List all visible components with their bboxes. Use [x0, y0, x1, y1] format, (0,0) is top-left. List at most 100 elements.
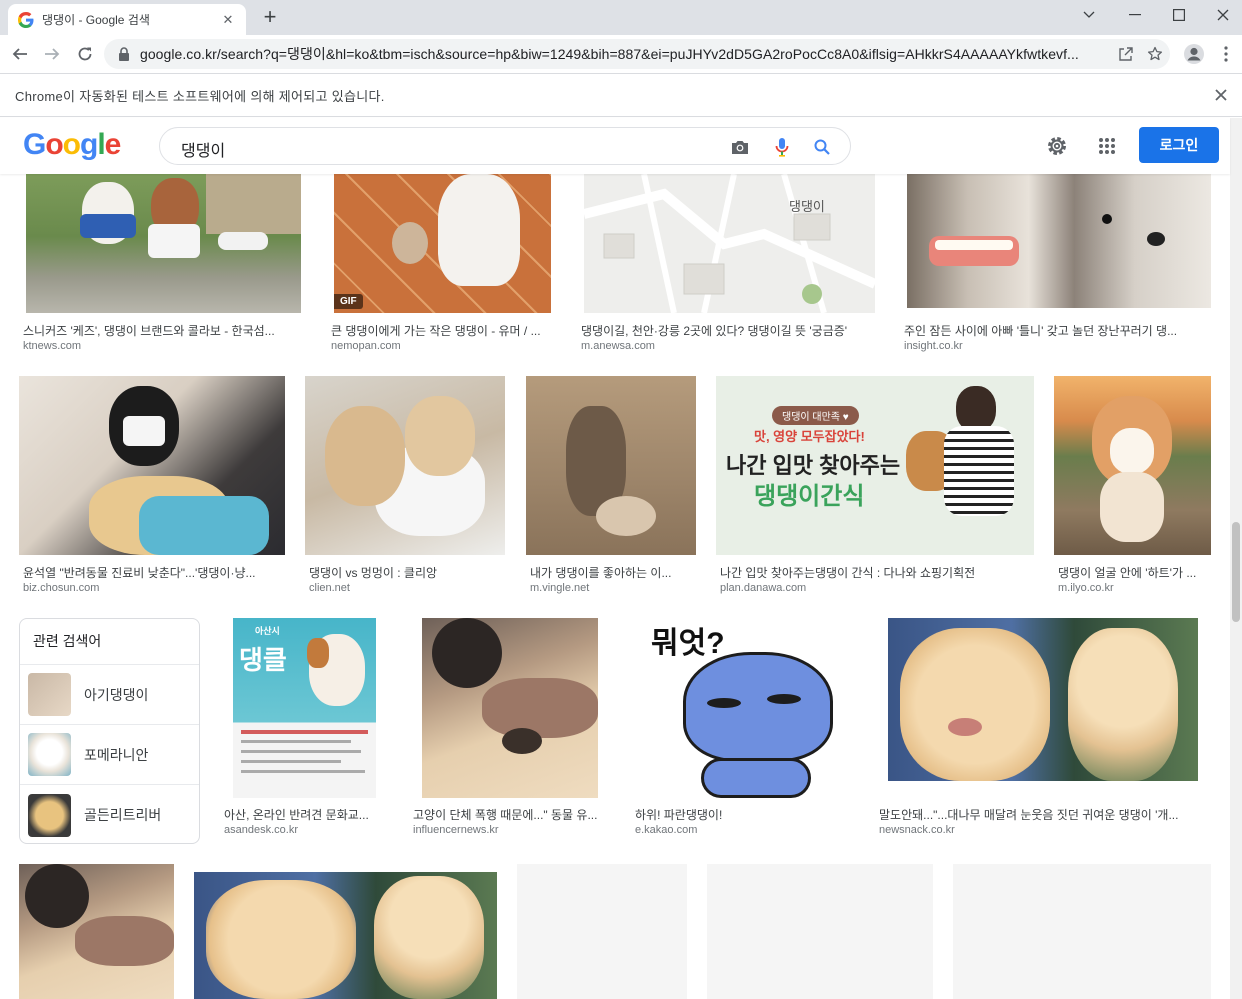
ad-product: 댕댕이간식: [754, 483, 865, 510]
result-thumbnail[interactable]: [888, 618, 1198, 781]
tab-close-icon[interactable]: ✕: [220, 12, 236, 28]
image-result[interactable]: 고양이 단체 폭행 때문에..." 동물 유... influencernews…: [409, 618, 610, 840]
image-result[interactable]: 댕댕이 댕댕이길, 천안·강릉 2곳에 있다? 댕댕이길 뜻 '궁금증' m.a…: [577, 174, 877, 354]
result-caption: 하위! 파란댕댕이!: [635, 808, 723, 822]
result-source: clien.net: [309, 582, 350, 594]
result-thumbnail[interactable]: [194, 872, 497, 999]
related-thumbnail: [28, 733, 71, 776]
share-icon[interactable]: [1110, 39, 1140, 69]
image-result[interactable]: 스니커즈 '케즈', 댕댕이 브랜드와 콜라보 - 한국섬... ktnews.…: [19, 174, 301, 354]
image-result[interactable]: 댕댕이 얼굴 안에 '하트'가 ... m.ilyo.co.kr: [1054, 376, 1211, 596]
image-result[interactable]: 주인 잠든 사이에 아빠 '틀니' 갖고 놀던 장난꾸러기 댕... insig…: [900, 174, 1211, 354]
related-search-item[interactable]: 골든리트리버: [20, 785, 199, 845]
gif-badge: GIF: [334, 294, 363, 309]
automation-infobar: Chrome이 자동화된 테스트 소프트웨어에 의해 제어되고 있습니다.: [0, 73, 1242, 117]
forward-arrow-icon[interactable]: [38, 40, 66, 68]
result-source: plan.danawa.com: [720, 582, 807, 594]
result-source: influencernews.kr: [413, 824, 499, 836]
maximize-icon[interactable]: [1156, 0, 1202, 30]
result-source: e.kakao.com: [635, 824, 698, 836]
result-source: insight.co.kr: [904, 340, 963, 352]
result-source: m.anewsa.com: [581, 340, 655, 352]
result-thumbnail[interactable]: 댕댕이 대만족 ♥ 맛, 영양 모두잡았다! 나간 입맛 찾아주는 댕댕이간식: [716, 376, 1034, 555]
camera-icon[interactable]: [728, 135, 752, 159]
bookmark-star-icon[interactable]: [1140, 39, 1170, 69]
page-scrollbar[interactable]: [1230, 118, 1242, 999]
google-favicon-icon: [18, 11, 34, 28]
related-search-item[interactable]: 아기댕댕이: [20, 665, 199, 725]
minimize-icon[interactable]: [1112, 0, 1158, 30]
image-result[interactable]: 내가 댕댕이를 좋아하는 이... m.vingle.net: [526, 376, 696, 596]
microphone-icon[interactable]: [770, 135, 794, 159]
chrome-menu-icon[interactable]: [1212, 40, 1240, 68]
tab-search-chevron-icon[interactable]: [1066, 0, 1112, 30]
window-close-icon[interactable]: [1200, 0, 1242, 30]
tab-title: 댕댕이 - Google 검색: [42, 13, 150, 27]
result-thumbnail[interactable]: [19, 864, 174, 999]
result-source: m.vingle.net: [530, 582, 590, 594]
back-arrow-icon[interactable]: [6, 40, 34, 68]
result-caption: 내가 댕댕이를 좋아하는 이...: [530, 566, 672, 580]
result-caption: 주인 잠든 사이에 아빠 '틀니' 갖고 놀던 장난꾸러기 댕...: [904, 324, 1178, 338]
image-result[interactable]: [19, 864, 174, 999]
result-source: m.ilyo.co.kr: [1058, 582, 1114, 594]
result-thumbnail[interactable]: [1054, 376, 1211, 555]
related-search-label: 포메라니안: [84, 746, 149, 763]
result-thumbnail[interactable]: [26, 174, 301, 313]
address-bar[interactable]: google.co.kr/search?q=댕댕이&hl=ko&tbm=isch…: [104, 39, 1170, 69]
image-result[interactable]: [194, 872, 497, 999]
result-caption: 아산, 온라인 반려견 문화교...: [224, 808, 369, 822]
result-caption: 댕댕이길, 천안·강릉 2곳에 있다? 댕댕이길 뜻 '궁금증': [581, 324, 848, 338]
google-logo[interactable]: Google: [23, 128, 121, 162]
poster-title: 댕클: [239, 645, 287, 675]
apps-grid-icon[interactable]: [1094, 133, 1120, 159]
search-icon[interactable]: [810, 135, 834, 159]
image-placeholder: [707, 864, 933, 999]
result-source: biz.chosun.com: [23, 582, 100, 594]
result-thumbnail[interactable]: 댕댕이: [584, 174, 875, 313]
login-button[interactable]: 로그인: [1139, 127, 1219, 163]
profile-avatar-icon[interactable]: [1180, 40, 1208, 68]
result-thumbnail[interactable]: 아산시 댕클: [233, 618, 376, 798]
url-text: google.co.kr/search?q=댕댕이&hl=ko&tbm=isch…: [140, 46, 1079, 62]
browser-tab[interactable]: 댕댕이 - Google 검색 ✕: [8, 4, 246, 35]
new-tab-button[interactable]: +: [256, 4, 284, 32]
related-search-item[interactable]: 포메라니안: [20, 725, 199, 785]
image-result[interactable]: GIF 큰 댕댕이에게 가는 작은 댕댕이 - 유머 / ... nemopan…: [327, 174, 553, 354]
result-caption: 고양이 단체 폭행 때문에..." 동물 유...: [413, 808, 598, 822]
result-source: newsnack.co.kr: [879, 824, 955, 836]
result-caption: 나간 입맛 찾아주는댕댕이 간식 : 다나와 쇼핑기획전: [720, 566, 976, 580]
result-source: nemopan.com: [331, 340, 401, 352]
related-searches-panel: 관련 검색어 아기댕댕이 포메라니안 골든리트리버: [19, 618, 200, 844]
image-result[interactable]: 댕댕이 대만족 ♥ 맛, 영양 모두잡았다! 나간 입맛 찾아주는 댕댕이간식 …: [716, 376, 1034, 596]
search-query[interactable]: 댕댕이: [181, 137, 225, 161]
result-thumbnail[interactable]: 뭐엇?: [631, 618, 855, 798]
result-source: asandesk.co.kr: [224, 824, 298, 836]
image-result[interactable]: 뭐엇? 하위! 파란댕댕이! e.kakao.com: [631, 618, 855, 840]
related-thumbnail: [28, 793, 71, 837]
result-thumbnail[interactable]: [526, 376, 696, 555]
result-thumbnail[interactable]: [422, 618, 598, 798]
result-thumbnail[interactable]: [305, 376, 505, 555]
infobar-close-icon[interactable]: [1212, 86, 1230, 104]
result-thumbnail[interactable]: GIF: [334, 174, 551, 313]
image-result[interactable]: 윤석열 "반려동물 진료비 낮춘다"...'댕댕이·냥... biz.chosu…: [19, 376, 285, 596]
image-result[interactable]: 아산시 댕클 아산, 온라인 반려견 문화교... asandesk.co.kr: [220, 618, 389, 840]
reload-icon[interactable]: [71, 40, 99, 68]
google-header: Google 댕댕이 로그인: [0, 118, 1230, 174]
browser-toolbar: google.co.kr/search?q=댕댕이&hl=ko&tbm=isch…: [0, 35, 1242, 73]
image-result[interactable]: 말도안돼..."...대나무 매달려 눈웃음 짓던 귀여운 댕댕이 '개... …: [875, 618, 1211, 840]
result-thumbnail[interactable]: [907, 174, 1211, 308]
result-caption: 큰 댕댕이에게 가는 작은 댕댕이 - 유머 / ...: [331, 324, 541, 338]
lock-icon: [119, 47, 129, 61]
ad-pill: 댕댕이 대만족 ♥: [772, 406, 859, 425]
scrollbar-thumb[interactable]: [1232, 522, 1240, 622]
result-thumbnail[interactable]: [19, 376, 285, 555]
map-label: 댕댕이: [789, 199, 825, 214]
image-result[interactable]: 댕댕이 vs 멍멍이 : 클리앙 clien.net: [305, 376, 505, 596]
related-search-label: 골든리트리버: [84, 807, 162, 823]
search-box[interactable]: 댕댕이: [159, 127, 851, 165]
related-thumbnail: [28, 673, 71, 716]
settings-gear-icon[interactable]: [1044, 133, 1070, 159]
tab-strip: 댕댕이 - Google 검색 ✕ +: [0, 0, 1242, 35]
